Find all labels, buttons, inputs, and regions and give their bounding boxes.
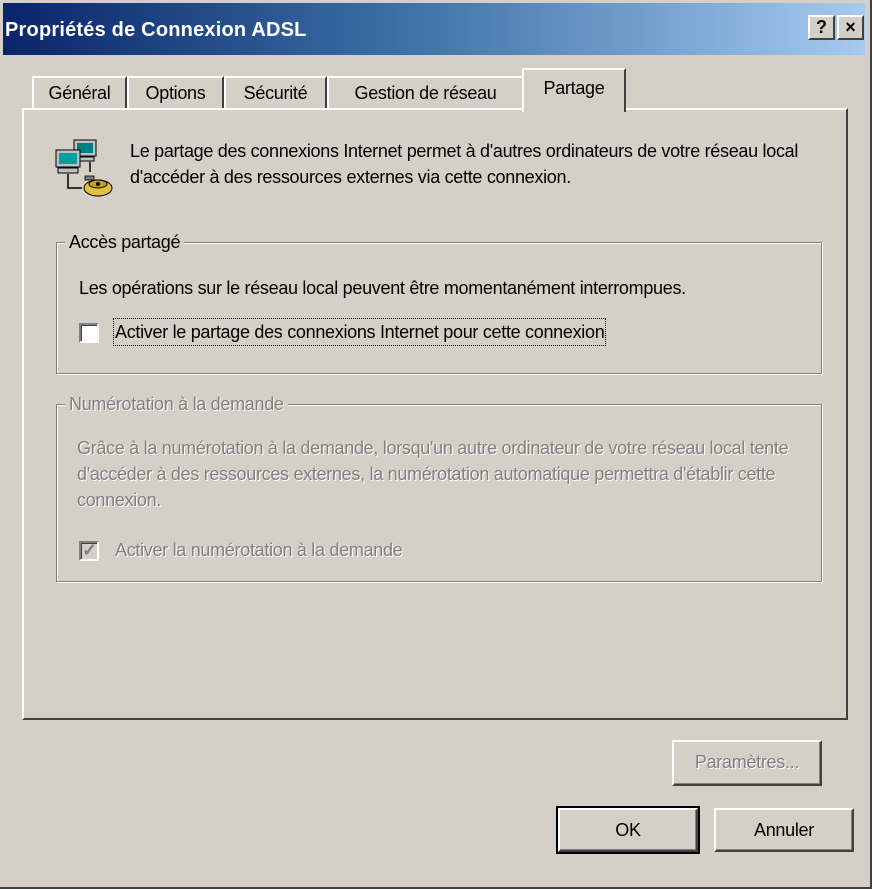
tab-panel-partage: Le partage des connexions Internet perme… [22, 108, 848, 786]
window-title: Propriétés de Connexion ADSL [5, 19, 307, 41]
tab-partage[interactable]: Partage [522, 68, 626, 112]
shared-access-legend: Accès partagé [65, 230, 185, 254]
shared-access-group: Accès partagé Les opérations sur le rése… [56, 230, 822, 374]
tab-securite[interactable]: Sécurité [224, 76, 327, 110]
on-demand-legend: Numérotation à la demande [65, 392, 288, 416]
on-demand-description: Grâce à la numérotation à la demande, lo… [77, 438, 789, 510]
cancel-button[interactable]: Annuler [714, 808, 854, 852]
network-connection-icon [55, 139, 113, 197]
shared-access-warning: Les opérations sur le réseau local peuve… [79, 278, 686, 298]
enable-ics-checkbox[interactable] [79, 323, 99, 343]
enable-ics-label[interactable]: Activer le partage des connexions Intern… [112, 318, 607, 346]
enable-on-demand-label[interactable]: Activer la numérotation à la demande [115, 538, 403, 562]
help-button[interactable]: ? [808, 15, 835, 40]
close-button[interactable]: × [837, 15, 864, 40]
checkmark-icon: ✓ [82, 540, 98, 560]
on-demand-dialing-group: Numérotation à la demande Grâce à la num… [56, 392, 822, 582]
ok-button[interactable]: OK [556, 806, 700, 854]
enable-on-demand-checkbox[interactable]: ✓ [79, 540, 99, 561]
tab-options[interactable]: Options [127, 76, 224, 110]
sharing-description: Le partage des connexions Internet perme… [130, 141, 799, 187]
tab-gestion-de-reseau[interactable]: Gestion de réseau [327, 76, 524, 110]
settings-button-label: Paramètres... [694, 752, 800, 772]
properties-dialog: Propriétés de Connexion ADSL ? × Général… [0, 0, 872, 889]
title-bar[interactable]: Propriétés de Connexion ADSL ? × [3, 3, 865, 55]
tab-general[interactable]: Général [32, 76, 127, 110]
settings-button[interactable]: Paramètres... [672, 740, 822, 786]
